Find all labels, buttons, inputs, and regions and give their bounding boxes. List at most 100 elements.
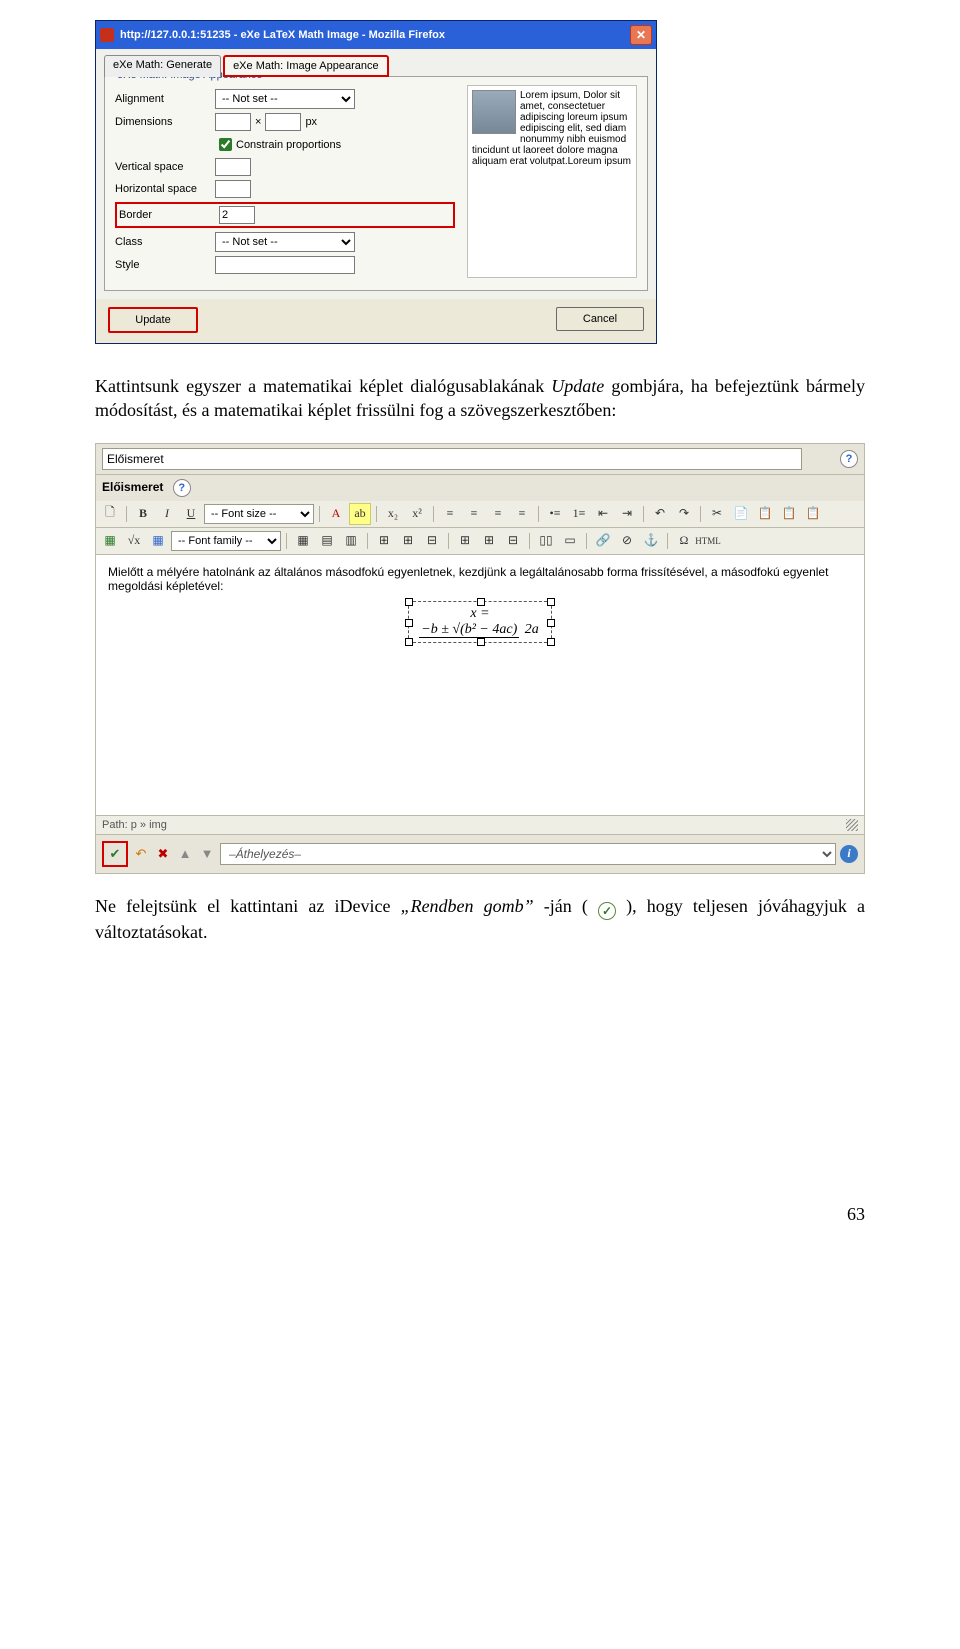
indent-button[interactable]: ⇥ (616, 503, 638, 525)
undo-edits-button[interactable]: ↶ (132, 845, 150, 863)
paste-word-button[interactable]: 📋 (802, 503, 824, 525)
number-list-button[interactable]: 1≡ (568, 503, 590, 525)
outdent-button[interactable]: ⇤ (592, 503, 614, 525)
align-left-button[interactable]: ≡ (439, 503, 461, 525)
label-border: Border (119, 209, 219, 221)
move-up-button[interactable]: ▲ (176, 845, 194, 863)
help-icon[interactable]: ? (173, 479, 191, 497)
table-row-props-button[interactable]: ▤ (316, 530, 338, 552)
anchor-button[interactable]: ⚓ (640, 530, 662, 552)
italic-button[interactable]: I (156, 503, 178, 525)
charmap-button[interactable]: Ω (673, 530, 695, 552)
help-icon[interactable]: ? (840, 450, 858, 468)
label-class: Class (115, 236, 215, 248)
label-alignment: Alignment (115, 93, 215, 105)
image-appearance-fieldset: eXe Math: Image Appearance Alignment -- … (104, 76, 648, 291)
label-dimensions: Dimensions (115, 116, 215, 128)
info-icon[interactable]: i (840, 845, 858, 863)
row-after-button[interactable]: ⊞ (397, 530, 419, 552)
font-size-select[interactable]: -- Font size -- (204, 504, 314, 524)
firefox-favicon-icon (100, 28, 114, 42)
hspace-input[interactable] (215, 180, 251, 198)
height-input[interactable] (265, 113, 301, 131)
resize-grip-icon[interactable] (846, 819, 858, 831)
row-before-button[interactable]: ⊞ (373, 530, 395, 552)
label-style: Style (115, 259, 215, 271)
paste-button[interactable]: 📋 (754, 503, 776, 525)
font-family-select[interactable]: -- Font family -- (171, 531, 281, 551)
move-down-button[interactable]: ▼ (198, 845, 216, 863)
section-label: Előismeret (102, 480, 163, 494)
backcolor-button[interactable]: ab (349, 503, 371, 525)
delete-button[interactable]: ✖ (154, 845, 172, 863)
align-right-button[interactable]: ≡ (487, 503, 509, 525)
bullet-list-button[interactable]: •≡ (544, 503, 566, 525)
editor-text: Mielőtt a mélyére hatolnánk az általános… (108, 565, 852, 593)
cut-button[interactable]: ✂ (706, 503, 728, 525)
math-button[interactable]: √x (123, 530, 145, 552)
editor-path-bar: Path: p » img (95, 816, 865, 835)
close-button[interactable]: ✕ (630, 25, 652, 45)
idevice-title-input[interactable] (102, 448, 802, 470)
editor-toolbar-row2: ▦ √x ▦ -- Font family -- ▦ ▤ ▥ ⊞ ⊞ ⊟ ⊞ ⊞… (95, 528, 865, 555)
style-input[interactable] (215, 256, 355, 274)
col-after-button[interactable]: ⊞ (478, 530, 500, 552)
underline-button[interactable]: U (180, 503, 202, 525)
delete-col-button[interactable]: ⊟ (502, 530, 524, 552)
times-symbol: × (255, 116, 261, 128)
media-button[interactable]: ▦ (147, 530, 169, 552)
editor-content-area[interactable]: Mielőtt a mélyére hatolnánk az általános… (95, 555, 865, 816)
idevice-action-bar: ✔ ↶ ✖ ▲ ▼ –Áthelyezés– i (95, 835, 865, 874)
alignment-select[interactable]: -- Not set -- (215, 89, 355, 109)
editor-toolbar-row1: 🗋 B I U -- Font size -- A ab x₂ x² ≡ ≡ ≡… (95, 501, 865, 528)
border-input[interactable] (219, 206, 255, 224)
forecolor-button[interactable]: A (325, 503, 347, 525)
close-icon: ✕ (636, 29, 646, 41)
label-vspace: Vertical space (115, 161, 215, 173)
label-hspace: Horizontal space (115, 183, 215, 195)
image-button[interactable]: ▦ (99, 530, 121, 552)
label-constrain: Constrain proportions (236, 139, 341, 151)
ok-button[interactable]: ✔ (106, 845, 124, 863)
width-input[interactable] (215, 113, 251, 131)
copy-button[interactable]: 📄 (730, 503, 752, 525)
preview-image-icon (472, 90, 516, 134)
tab-generate[interactable]: eXe Math: Generate (104, 55, 221, 77)
editor-path: Path: p » img (102, 819, 167, 831)
table-cell-props-button[interactable]: ▥ (340, 530, 362, 552)
px-label: px (305, 116, 317, 128)
move-to-select[interactable]: –Áthelyezés– (220, 843, 836, 865)
cancel-button[interactable]: Cancel (556, 307, 644, 331)
window-titlebar[interactable]: http://127.0.0.1:51235 - eXe LaTeX Math … (96, 21, 656, 49)
split-cells-button[interactable]: ▯▯ (535, 530, 557, 552)
paste-text-button[interactable]: 📋 (778, 503, 800, 525)
tab-image-appearance[interactable]: eXe Math: Image Appearance (223, 55, 389, 77)
math-formula-image[interactable]: x = −b ± √(b² − 4ac) 2a (408, 601, 552, 643)
checkmark-icon: ✓ (598, 902, 616, 920)
merge-cells-button[interactable]: ▭ (559, 530, 581, 552)
newdoc-icon[interactable]: 🗋 (99, 503, 121, 525)
superscript-button[interactable]: x² (406, 503, 428, 525)
paragraph-1: Kattintsunk egyszer a matematikai képlet… (95, 374, 865, 423)
page-number: 63 (95, 1204, 865, 1225)
subscript-button[interactable]: x₂ (382, 503, 404, 525)
align-justify-button[interactable]: ≡ (511, 503, 533, 525)
table-button[interactable]: ▦ (292, 530, 314, 552)
align-center-button[interactable]: ≡ (463, 503, 485, 525)
undo-button[interactable]: ↶ (649, 503, 671, 525)
delete-row-button[interactable]: ⊟ (421, 530, 443, 552)
bold-button[interactable]: B (132, 503, 154, 525)
alignment-preview: Lorem ipsum, Dolor sit amet, consectetue… (467, 85, 637, 278)
vspace-input[interactable] (215, 158, 251, 176)
col-before-button[interactable]: ⊞ (454, 530, 476, 552)
update-button[interactable]: Update (108, 307, 198, 333)
paragraph-2: Ne felejtsünk el kattintani az iDevice „… (95, 894, 865, 944)
unlink-button[interactable]: ⊘ (616, 530, 638, 552)
window-title: http://127.0.0.1:51235 - eXe LaTeX Math … (120, 29, 445, 41)
idevice-editor: ? Előismeret ? 🗋 B I U -- Font size -- A… (95, 443, 865, 874)
constrain-checkbox[interactable] (219, 138, 232, 151)
redo-button[interactable]: ↷ (673, 503, 695, 525)
class-select[interactable]: -- Not set -- (215, 232, 355, 252)
html-source-button[interactable]: HTML (697, 530, 719, 552)
link-button[interactable]: 🔗 (592, 530, 614, 552)
